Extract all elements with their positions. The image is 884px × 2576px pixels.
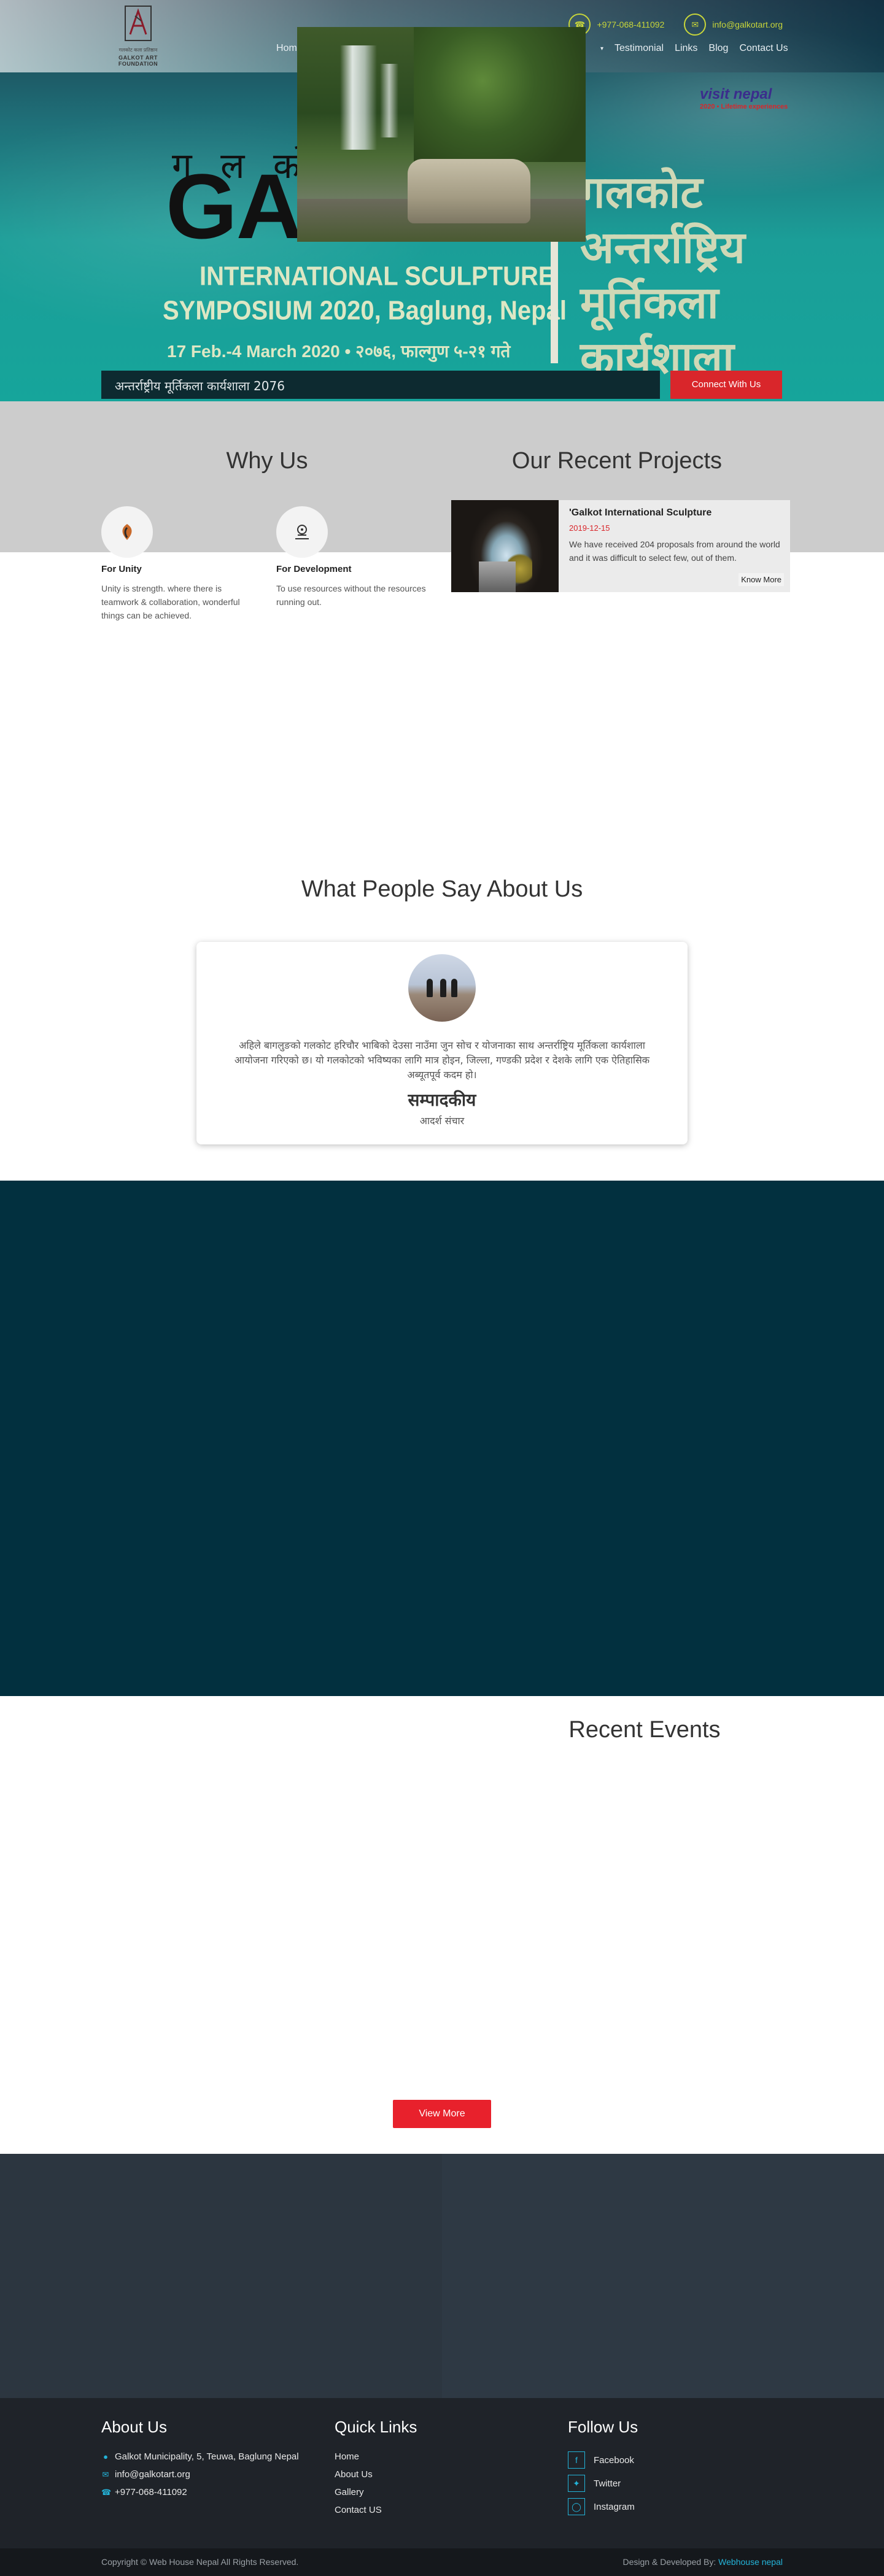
poster-line-2: SYMPOSIUM 2020, Baglung, Nepal: [163, 295, 567, 326]
visit-nepal-text: visit nepal: [700, 86, 772, 102]
why-item-development: For Development To use resources without…: [276, 506, 430, 609]
envelope-icon: ✉: [102, 2469, 109, 2479]
nav-contact-us[interactable]: Contact Us: [739, 43, 788, 54]
social-label: Twitter: [594, 2478, 621, 2489]
social-instagram[interactable]: ◯ Instagram: [568, 2498, 638, 2515]
footer-follow: Follow Us f Facebook ✦ Twitter ◯ Instagr…: [568, 2418, 638, 2521]
footer-email-text: info@galkotart.org: [115, 2469, 190, 2480]
project-description: We have received 204 proposals from arou…: [569, 539, 780, 563]
footer-link-about[interactable]: About Us: [335, 2469, 417, 2480]
hero-banner: ग ल को ट GALK INTERNATIONAL SCULPTURE SY…: [0, 0, 884, 401]
poster-devanagari-title: गलकोट अन्तर्राष्ट्रिय मूर्तिकला कार्यशाल…: [580, 164, 745, 385]
project-body: 'Galkot International Sculpture 2019-12-…: [569, 507, 781, 565]
poster-deva-line: अन्तर्राष्ट्रिय: [580, 222, 745, 273]
design-credit: Design & Developed By: Webhouse nepal: [623, 2557, 783, 2567]
why-item-title: For Development: [276, 564, 352, 574]
top-phone-text: +977-068-411092: [597, 20, 665, 29]
design-credit-prefix: Design & Developed By:: [622, 2557, 716, 2567]
copyright-bar: Copyright © Web House Nepal All Rights R…: [0, 2548, 884, 2576]
waterfall: [340, 45, 377, 150]
testimonial-name: सम्पादकीय: [408, 1090, 476, 1110]
waterfall-popup-image[interactable]: [297, 27, 586, 242]
visit-nepal-year: 2020 • Lifetime experiences: [700, 103, 788, 110]
why-item-unity: For Unity Unity is strength. where there…: [101, 506, 255, 622]
footer-quick-links: Quick Links Home About Us Gallery Contac…: [335, 2418, 417, 2523]
footer-about-title: About Us: [101, 2418, 167, 2436]
nav-links[interactable]: Links: [675, 43, 697, 54]
avatar-figure: [451, 979, 457, 997]
recent-events-title: Recent Events: [568, 1717, 721, 1743]
testimonial-quote: अहिले बागलुङको गलकोट हरिचौर भाबिको देउसा…: [234, 1039, 650, 1081]
waterfall-secondary: [380, 64, 398, 137]
foliage: [414, 27, 586, 162]
design-credit-link[interactable]: Webhouse nepal: [718, 2557, 783, 2567]
top-contact: ☎ +977-068-411092 ✉ info@galkotart.org: [568, 13, 783, 36]
footer-email[interactable]: ✉ info@galkotart.org: [101, 2469, 299, 2480]
testimonial-card: अहिले बागलुङको गलकोट हरिचौर भाबिको देउसा…: [196, 942, 688, 1144]
avatar-figure: [427, 979, 433, 997]
unity-icon: [101, 506, 153, 558]
instagram-icon: ◯: [568, 2498, 585, 2515]
footer-follow-title: Follow Us: [568, 2418, 638, 2436]
social-label: Facebook: [594, 2455, 634, 2466]
site-logo[interactable]: गलकोट कला प्रतिष्ठान GALKOT ART FOUNDATI…: [98, 4, 178, 69]
testimonial-title: What People Say About Us: [301, 876, 583, 902]
social-twitter[interactable]: ✦ Twitter: [568, 2475, 638, 2492]
poster-deva-line: मूर्तिकला: [580, 277, 719, 328]
why-item-text: To use resources without the resources r…: [276, 584, 426, 607]
copyright-text: Copyright © Web House Nepal All Rights R…: [101, 2557, 299, 2567]
main-nav-right: ▾ Testimonial Links Blog Contact Us: [600, 43, 788, 54]
why-item-text: Unity is strength. where there is teamwo…: [101, 584, 240, 620]
testimonial-role: आदर्श संचार: [419, 1115, 465, 1127]
dark-section: [0, 1181, 884, 1696]
footer: About Us ● Galkot Municipality, 5, Teuwa…: [0, 2398, 884, 2548]
project-date: 2019-12-15: [569, 523, 610, 533]
logo-nepali-text: गलकोट कला प्रतिष्ठान: [118, 47, 158, 53]
footer-link-gallery[interactable]: Gallery: [335, 2487, 417, 2497]
connect-with-us-button[interactable]: Connect With Us: [670, 371, 782, 399]
social-facebook[interactable]: f Facebook: [568, 2451, 638, 2469]
footer-address: ● Galkot Municipality, 5, Teuwa, Baglung…: [101, 2451, 299, 2462]
social-label: Instagram: [594, 2501, 635, 2512]
footer-about: About Us ● Galkot Municipality, 5, Teuwa…: [101, 2418, 299, 2505]
hero-caption-strip: अन्तर्राष्ट्रीय मूर्तिकला कार्यशाला 2076: [101, 371, 660, 399]
project-title[interactable]: 'Galkot International Sculpture: [569, 507, 781, 519]
footer-link-home[interactable]: Home: [335, 2451, 417, 2462]
poster-line-3: 17 Feb.-4 March 2020 • २०७६, फाल्गुण ५-२…: [167, 342, 511, 361]
nav-dropdown-caret-icon[interactable]: ▾: [600, 45, 603, 54]
recent-projects-title: Our Recent Projects: [511, 448, 723, 474]
poster-deva-line: गलकोट: [580, 166, 703, 218]
visit-nepal-logo: visit nepal 2020 • Lifetime experiences: [700, 86, 788, 110]
slate-section-left: [0, 2154, 442, 2398]
why-us-title: Why Us: [226, 448, 308, 474]
foundation-logo-icon: [125, 6, 152, 41]
footer-link-contact[interactable]: Contact US: [335, 2505, 417, 2515]
development-icon: [276, 506, 328, 558]
project-card[interactable]: 'Galkot International Sculpture 2019-12-…: [451, 500, 790, 592]
logo-text: GALKOT ART FOUNDATION: [118, 55, 158, 67]
envelope-icon: ✉: [684, 13, 707, 36]
footer-phone-text: +977-068-411092: [115, 2487, 187, 2497]
twitter-icon: ✦: [568, 2475, 585, 2492]
avatar-figure: [440, 979, 446, 997]
map-marker-icon: ●: [103, 2452, 108, 2461]
footer-phone[interactable]: ☎ +977-068-411092: [101, 2487, 299, 2497]
nav-blog[interactable]: Blog: [708, 43, 728, 54]
poster-line-1: INTERNATIONAL SCULPTURE: [200, 261, 555, 291]
nav-testimonial[interactable]: Testimonial: [615, 43, 664, 54]
phone-icon: ☎: [101, 2487, 112, 2497]
top-email[interactable]: ✉ info@galkotart.org: [684, 13, 783, 36]
know-more-link[interactable]: Know More: [739, 573, 784, 586]
top-email-text: info@galkotart.org: [712, 20, 783, 29]
project-thumbnail[interactable]: [451, 500, 559, 592]
footer-address-text: Galkot Municipality, 5, Teuwa, Baglung N…: [115, 2451, 299, 2462]
slate-section: [0, 2154, 884, 2398]
thumbnail-steps: [479, 561, 516, 592]
why-item-title: For Unity: [101, 564, 142, 574]
footer-links-title: Quick Links: [335, 2418, 417, 2436]
view-more-button[interactable]: View More: [393, 2100, 491, 2128]
facebook-icon: f: [568, 2451, 585, 2469]
sculpture-rock: [408, 159, 530, 223]
avatar: [408, 954, 476, 1022]
